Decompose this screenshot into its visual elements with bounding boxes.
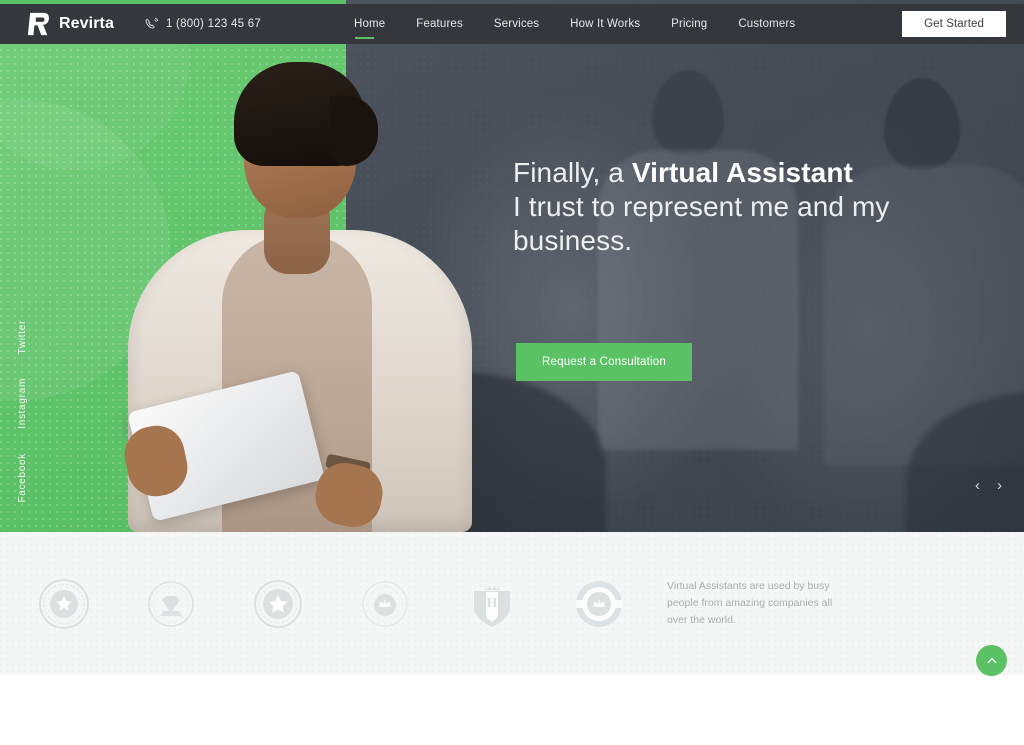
svg-text:H: H xyxy=(487,596,498,611)
revirta-r-logo-icon xyxy=(27,12,51,36)
main-nav: Home Features Services How It Works Pric… xyxy=(354,12,795,39)
brand[interactable]: Revirta xyxy=(27,12,114,36)
scroll-to-top-button[interactable] xyxy=(976,645,1007,676)
nav-item-home[interactable]: Home xyxy=(354,12,385,39)
badge-diamond-icon xyxy=(145,578,197,630)
nav-item-customers[interactable]: Customers xyxy=(738,12,795,36)
hero-slider-controls: ‹ › xyxy=(975,478,1002,493)
nav-item-features[interactable]: Features xyxy=(416,12,463,36)
badge-star-icon xyxy=(252,578,304,630)
hero-heading-strong: Virtual Assistant xyxy=(631,157,853,188)
hero-woman-photo xyxy=(119,34,480,532)
woman-hair-side xyxy=(330,96,378,166)
hero-heading-rest: I trust to represent me and my business. xyxy=(513,191,890,256)
badge-crown-ribbon-icon xyxy=(573,578,625,630)
landing-page: Finally, a Virtual Assistant I trust to r… xyxy=(0,0,1024,745)
clients-section: H Virtual Assistants are used by busy pe… xyxy=(0,532,1024,675)
badge-shield-h-icon: H xyxy=(466,578,518,630)
nav-item-services[interactable]: Services xyxy=(494,12,539,36)
badge-laurel-crown-icon xyxy=(359,578,411,630)
client-badges: H xyxy=(38,578,625,630)
footer-blank-area xyxy=(0,675,1024,745)
page-title: Finally, a Virtual Assistant I trust to r… xyxy=(513,156,943,258)
phone-icon xyxy=(144,17,159,32)
social-link-facebook[interactable]: Facebook xyxy=(17,453,28,503)
request-consultation-button[interactable]: Request a Consultation xyxy=(516,343,692,381)
social-link-instagram[interactable]: Instagram xyxy=(17,378,28,429)
clients-note: Virtual Assistants are used by busy peop… xyxy=(667,580,833,626)
hero-section: Finally, a Virtual Assistant I trust to r… xyxy=(0,0,1024,532)
nav-item-pricing[interactable]: Pricing xyxy=(671,12,707,36)
phone-number: 1 (800) 123 45 67 xyxy=(165,18,261,30)
social-rail: Twitter Instagram Facebook xyxy=(17,320,28,527)
site-header: Revirta 1 (800) 123 45 67 Home Features … xyxy=(0,4,1024,44)
get-started-button[interactable]: Get Started xyxy=(902,11,1006,37)
nav-item-how-it-works[interactable]: How It Works xyxy=(570,12,640,36)
chevron-left-icon[interactable]: ‹ xyxy=(975,478,980,493)
chevron-right-icon[interactable]: › xyxy=(997,478,1002,493)
chevron-up-icon xyxy=(987,657,996,663)
badge-rosette-icon xyxy=(38,578,90,630)
brand-name: Revirta xyxy=(59,15,114,32)
hero-heading-lead: Finally, a xyxy=(513,157,632,188)
hero-heading-block: Finally, a Virtual Assistant I trust to r… xyxy=(513,156,943,258)
social-link-twitter[interactable]: Twitter xyxy=(17,320,28,354)
header-phone[interactable]: 1 (800) 123 45 67 xyxy=(144,17,261,32)
